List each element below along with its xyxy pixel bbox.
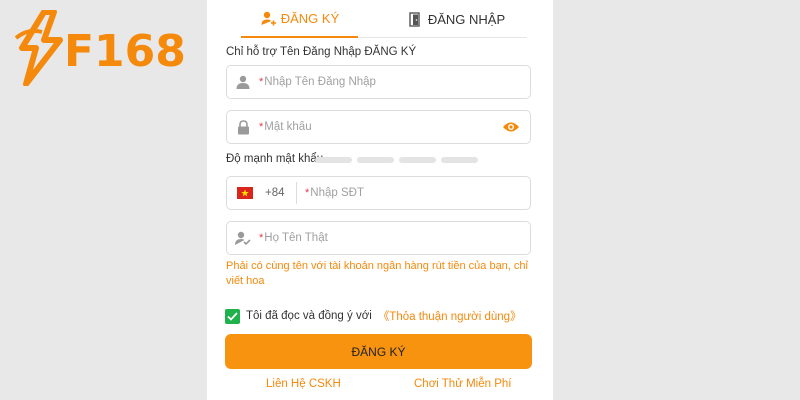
check-icon (227, 311, 238, 321)
strength-segment (441, 157, 478, 163)
strength-label: Độ mạnh mật khẩu (226, 153, 324, 165)
register-button[interactable]: ĐĂNG KÝ (225, 334, 532, 369)
agree-checkbox[interactable] (225, 308, 240, 324)
password-input[interactable] (264, 111, 498, 143)
fullname-field[interactable]: * (226, 221, 531, 255)
vietnam-flag-icon (237, 187, 253, 199)
phone-input[interactable] (310, 177, 530, 209)
user-icon (227, 75, 259, 89)
password-strength-meter (315, 157, 478, 163)
tab-login-label: ĐĂNG NHẬP (427, 11, 506, 27)
tab-divider (358, 37, 527, 38)
strength-segment (399, 157, 436, 163)
fullname-input[interactable] (264, 222, 530, 254)
user-agreement-link[interactable]: 《Thỏa thuận người dùng》 (378, 308, 522, 324)
tab-register[interactable]: ĐĂNG KÝ (241, 0, 358, 38)
username-input[interactable] (264, 66, 530, 98)
agreement-row: Tôi đã đọc và đồng ý với 《Thỏa thuận ngư… (225, 308, 522, 324)
user-add-icon (261, 11, 276, 26)
required-mark: * (305, 187, 310, 199)
phone-prefix: +84 (265, 187, 285, 199)
user-verified-icon (227, 231, 259, 245)
required-mark: * (259, 76, 264, 88)
required-mark: * (259, 121, 264, 133)
brand-logo-text: F168 (64, 25, 186, 77)
lock-icon (227, 119, 259, 135)
fullname-note: Phải có cùng tên với tài khoản ngân hàng… (226, 260, 528, 287)
bolt-logo-icon (14, 10, 63, 86)
password-field[interactable]: * (226, 110, 531, 144)
support-link[interactable]: Liên Hệ CSKH (266, 378, 341, 390)
auth-tabs: ĐĂNG KÝ ĐĂNG NHẬP (207, 0, 553, 38)
register-panel: ĐĂNG KÝ ĐĂNG NHẬP Chỉ hỗ trợ Tên Đăng Nh… (207, 0, 553, 400)
required-mark: * (259, 232, 264, 244)
eye-icon[interactable] (498, 121, 524, 133)
username-field[interactable]: * (226, 65, 531, 99)
support-label: Chỉ hỗ trợ Tên Đăng Nhập ĐĂNG KÝ (226, 46, 417, 58)
country-code-selector[interactable]: +84 (227, 182, 297, 204)
brand-logo: F168 (14, 10, 186, 86)
tab-register-label: ĐĂNG KÝ (280, 10, 340, 26)
tab-login[interactable]: ĐĂNG NHẬP (387, 0, 527, 38)
phone-field[interactable]: +84 * (226, 176, 531, 210)
agree-text: Tôi đã đọc và đồng ý với (246, 310, 372, 322)
free-trial-link[interactable]: Chơi Thử Miễn Phí (414, 378, 511, 390)
login-door-icon (409, 11, 420, 27)
strength-segment (315, 157, 352, 163)
strength-segment (357, 157, 394, 163)
